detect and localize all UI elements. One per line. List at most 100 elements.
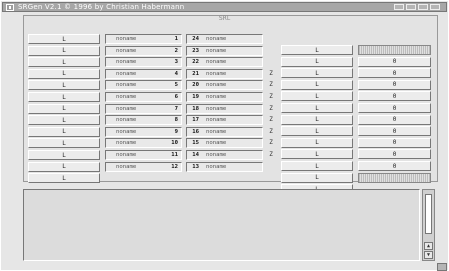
right-zero-button[interactable]: 0	[358, 91, 431, 102]
pin-field-right[interactable]: 19 noname	[186, 92, 263, 102]
pin-field-left[interactable]: noname 1	[105, 34, 182, 44]
pin-field-left[interactable]: noname 4	[105, 68, 182, 79]
pin-field-left[interactable]: noname 2	[105, 45, 182, 56]
right-zero-button[interactable]: 0	[358, 161, 431, 171]
close-gadget-icon[interactable]	[6, 3, 14, 11]
left-button[interactable]: L	[28, 92, 100, 102]
pin-field-right[interactable]: 15 noname	[186, 138, 263, 149]
z-label	[267, 45, 275, 55]
z-label: Z	[269, 81, 273, 89]
pin-field-right[interactable]: 16 noname	[186, 126, 263, 137]
pin-field-left[interactable]: noname 8	[105, 115, 182, 126]
mid-button[interactable]: L	[281, 172, 353, 183]
scroll-thumb[interactable]	[425, 194, 432, 234]
left-button[interactable]: L	[28, 34, 100, 44]
pin-field-right[interactable]: 22 noname	[186, 57, 263, 68]
pin-name: noname	[206, 128, 227, 135]
window-title: SRGen V2.1 © 1996 by Christian Habermann	[18, 3, 185, 11]
resize-gadget-icon[interactable]	[437, 263, 447, 271]
left-button[interactable]: L	[28, 150, 100, 160]
pin-name: noname	[206, 36, 227, 42]
pin-number: 2	[174, 47, 178, 54]
depth-front-gadget-icon[interactable]	[430, 4, 440, 10]
right-zero-button[interactable]: 0	[358, 56, 431, 67]
zoom-gadget-icon[interactable]	[406, 4, 416, 10]
pin-name: noname	[206, 105, 227, 112]
left-button[interactable]: L	[28, 161, 100, 172]
right-zero-button[interactable]: 0	[358, 137, 431, 148]
pin-number: 19	[192, 94, 199, 100]
left-button[interactable]: L	[28, 126, 100, 137]
pin-field-left[interactable]: noname 12	[105, 161, 182, 172]
left-button[interactable]: L	[28, 45, 100, 56]
right-zero-button[interactable]: 0	[358, 103, 431, 113]
mid-button[interactable]: L	[281, 161, 353, 171]
scroll-up-arrow-icon[interactable]: ▲	[424, 242, 433, 250]
pin-number: 8	[174, 117, 178, 124]
pin-name: noname	[206, 82, 227, 89]
pin-name: noname	[206, 152, 227, 158]
output-text-area[interactable]	[23, 189, 420, 261]
pin-number: 18	[192, 105, 199, 112]
pin-field-right[interactable]: 18 noname	[186, 103, 263, 114]
z-label: Z	[269, 150, 273, 158]
z-label: Z	[269, 139, 273, 147]
mid-button[interactable]: L	[281, 79, 353, 90]
pin-name: noname	[116, 105, 137, 112]
pin-number: 5	[174, 82, 178, 89]
panel-title: SRL	[218, 15, 231, 22]
pin-field-right[interactable]: 20 noname	[186, 80, 263, 91]
left-button[interactable]: L	[28, 115, 100, 126]
right-zero-button[interactable]: 0	[358, 149, 431, 160]
z-label: Z	[269, 127, 273, 135]
pin-field-left[interactable]: noname 10	[105, 138, 182, 149]
pin-field-right[interactable]: 23 noname	[186, 45, 263, 56]
pin-name: noname	[116, 152, 137, 158]
mid-button[interactable]: L	[281, 149, 353, 160]
pin-field-left[interactable]: noname 3	[105, 57, 182, 68]
left-button[interactable]: L	[28, 138, 100, 149]
left-button[interactable]: L	[28, 80, 100, 91]
pin-name: noname	[206, 59, 227, 66]
mid-button[interactable]: L	[281, 45, 353, 55]
title-bar[interactable]: SRGen V2.1 © 1996 by Christian Habermann	[2, 2, 447, 12]
z-label: Z	[269, 69, 273, 77]
left-button[interactable]: L	[28, 103, 100, 114]
pin-field-right[interactable]: 24 noname	[186, 34, 263, 44]
pin-number: 4	[174, 70, 178, 77]
right-zero-button[interactable]: 0	[358, 126, 431, 137]
mid-button[interactable]: L	[281, 91, 353, 102]
pin-field-right[interactable]: 21 noname	[186, 68, 263, 79]
app-window: SRGen V2.1 © 1996 by Christian Habermann…	[0, 0, 449, 271]
mid-button[interactable]: L	[281, 137, 353, 148]
scroll-down-arrow-icon[interactable]: ▼	[424, 251, 433, 259]
left-button[interactable]: L	[28, 173, 100, 184]
iconify-gadget-icon[interactable]	[394, 4, 404, 10]
mid-button[interactable]: L	[281, 68, 353, 79]
pin-number: 9	[174, 128, 178, 135]
pin-number: 15	[192, 140, 199, 147]
right-zero-button[interactable]: 0	[358, 79, 431, 90]
mid-button[interactable]: L	[281, 56, 353, 67]
vertical-scrollbar[interactable]: ▲ ▼	[422, 189, 435, 261]
right-zero-button[interactable]: 0	[358, 68, 431, 79]
pin-field-right[interactable]: 13 noname	[186, 161, 263, 172]
pin-field-left[interactable]: noname 5	[105, 80, 182, 91]
pin-field-left[interactable]: noname 6	[105, 92, 182, 102]
pin-field-left[interactable]: noname 9	[105, 126, 182, 137]
pin-field-left[interactable]: noname 7	[105, 103, 182, 114]
pin-field-left[interactable]: noname 11	[105, 150, 182, 160]
z-label: Z	[269, 92, 273, 100]
left-button[interactable]: L	[28, 68, 100, 79]
pin-field-right[interactable]: 17 noname	[186, 115, 263, 126]
mid-button[interactable]: L	[281, 126, 353, 137]
pin-field-right[interactable]: 14 noname	[186, 150, 263, 160]
left-button[interactable]: L	[28, 57, 100, 68]
depth-back-gadget-icon[interactable]	[418, 4, 428, 10]
mid-button[interactable]: L	[281, 103, 353, 113]
pin-name: noname	[206, 47, 227, 54]
right-zero-button[interactable]: 0	[358, 114, 431, 125]
mid-button[interactable]: L	[281, 114, 353, 125]
pin-name: noname	[116, 59, 137, 66]
pin-number: 10	[171, 140, 178, 147]
